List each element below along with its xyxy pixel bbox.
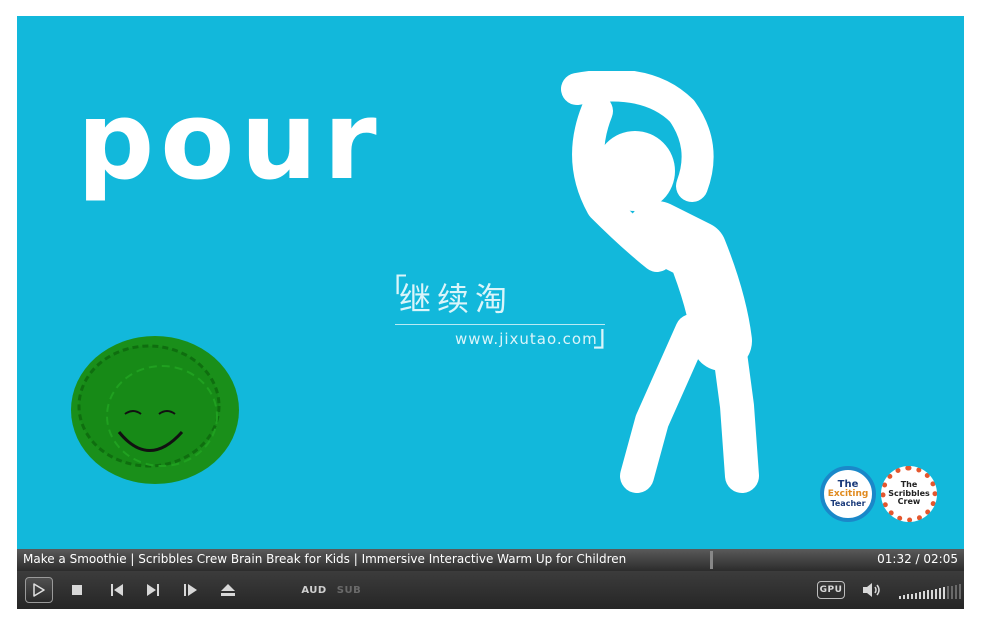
watermark-divider xyxy=(395,324,605,325)
subtitle-button[interactable]: SUB xyxy=(337,577,361,603)
audio-track-button[interactable]: AUD xyxy=(301,577,327,603)
control-bar: AUD SUB GPU xyxy=(17,571,964,609)
scribbles-crew-logo: The Scribbles Crew xyxy=(881,466,937,522)
volume-bar xyxy=(951,586,953,599)
stop-icon xyxy=(72,585,82,595)
title-bar: Make a Smoothie | Scribbles Crew Brain B… xyxy=(17,549,964,571)
play-button[interactable] xyxy=(25,577,53,603)
speaker-icon xyxy=(863,583,880,597)
volume-bar xyxy=(923,591,925,599)
watermark-chinese-text: 继续淘 xyxy=(399,280,514,318)
green-smiley-illustration xyxy=(71,336,239,484)
previous-icon xyxy=(111,584,123,596)
watermark: 「 继续淘 www.jixutao.com 」 xyxy=(377,274,623,354)
media-player: pour 「 继续淘 www.jixutao.com 」 The Excitin… xyxy=(17,16,964,609)
title-separator xyxy=(710,551,713,569)
volume-bar xyxy=(955,585,957,599)
stop-button[interactable] xyxy=(65,577,89,603)
volume-bar xyxy=(959,584,961,599)
volume-slider[interactable] xyxy=(899,583,961,599)
volume-bar xyxy=(915,593,917,599)
watermark-bracket-close: 」 xyxy=(593,319,623,354)
volume-bar xyxy=(927,590,929,599)
mute-button[interactable] xyxy=(859,577,885,603)
play-icon xyxy=(33,583,45,597)
volume-bar xyxy=(907,594,909,599)
volume-bar xyxy=(935,589,937,599)
watermark-url: www.jixutao.com xyxy=(455,330,598,348)
volume-bar xyxy=(899,596,901,599)
previous-button[interactable] xyxy=(105,577,129,603)
playback-time: 01:32 / 02:05 xyxy=(877,552,958,566)
next-button[interactable] xyxy=(141,577,165,603)
volume-bar xyxy=(919,592,921,599)
volume-bar xyxy=(939,588,941,599)
next-icon xyxy=(147,584,159,596)
frame-step-icon xyxy=(184,584,197,596)
volume-bar xyxy=(943,587,945,599)
exciting-teacher-logo: The Exciting Teacher xyxy=(820,466,876,522)
video-word: pour xyxy=(77,79,383,204)
gpu-button[interactable]: GPU xyxy=(817,581,845,599)
volume-bar xyxy=(947,586,949,599)
volume-bar xyxy=(903,595,905,599)
volume-bar xyxy=(931,590,933,599)
logo-exciting-line3: Teacher xyxy=(830,498,866,508)
logo-scribbles-line3: Crew xyxy=(897,497,921,507)
eject-icon xyxy=(221,584,235,596)
video-area[interactable]: pour 「 继续淘 www.jixutao.com 」 The Excitin… xyxy=(17,16,964,549)
volume-bar xyxy=(911,594,913,599)
frame-step-button[interactable] xyxy=(179,577,203,603)
eject-button[interactable] xyxy=(216,577,240,603)
video-title: Make a Smoothie | Scribbles Crew Brain B… xyxy=(23,552,627,566)
